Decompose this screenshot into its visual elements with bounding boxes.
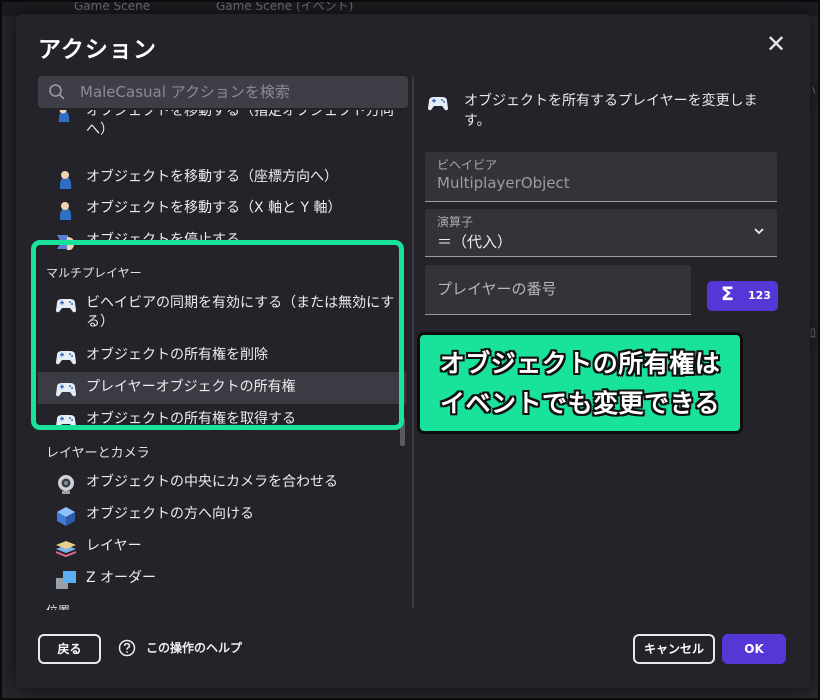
operator-label: 演算子 [437,215,474,229]
search-icon [49,84,65,100]
cube-icon [57,507,75,526]
category-heading: 位置 [46,602,70,610]
list-item-label: オブジェクトの所有権を削除 [86,347,268,363]
expression-editor-button[interactable]: Σ 123 [707,281,778,311]
gamepad-icon [56,415,76,429]
search-box [38,76,408,108]
callout-line-2: イベントでも変更できる [439,389,720,418]
stop-object-icon [57,235,75,251]
list-item[interactable]: オブジェクトを停止する [38,231,406,253]
behavior-field[interactable]: ビヘイビア MultiplayerObject [425,152,777,202]
background-tab[interactable]: Game Scene [74,2,194,14]
help-icon[interactable] [118,639,136,657]
list-item-label: オブジェクトを停止する [86,232,240,248]
move-object-icon [59,171,72,189]
help-link[interactable]: この操作のヘルプ [146,639,242,656]
action-description: オブジェクトを所有するプレイヤーを変更します。 [464,93,758,129]
list-item[interactable]: ビヘイビアの同期を有効にする（または無効にする） [38,294,406,332]
app-window: Game Scene Game Scene (イベント) い 加 アクション ✕… [0,0,820,700]
gamepad-icon [428,97,448,111]
gamepad-icon [56,351,76,365]
list-item-label: レイヤー [86,538,142,554]
list-item[interactable]: オブジェクトの所有権を取得する [38,410,406,432]
behavior-value: MultiplayerObject [437,174,570,192]
behavior-label: ビヘイビア [437,158,498,172]
list-item-label: オブジェクトを移動する（座標方向へ） [86,169,338,185]
list-item[interactable]: Z オーダー [38,569,406,591]
list-item-label: プレイヤーオブジェクトの所有権 [86,379,296,395]
panel-divider [412,76,414,608]
annotation-callout: オブジェクトの所有権は イベントでも変更できる [417,332,743,434]
camera-icon [58,475,74,494]
z-order-icon [56,571,76,589]
close-icon[interactable]: ✕ [764,32,788,56]
list-item-label: オブジェクトを移動する（X 軸と Y 軸） [86,200,342,216]
player-number-input[interactable] [437,265,685,313]
action-list: オブジェクトを移動する（指定オブジェクト方向へ） オブジェクトを移動する（座標方… [38,110,410,610]
layer-icon [55,541,77,558]
gamepad-icon [56,383,76,397]
category-heading: レイヤーとカメラ [46,446,150,461]
action-dialog: アクション ✕ オブジェクトを移動する（指定オブジェクト方向へ） オブジェクトを… [16,14,810,688]
background-tab[interactable]: Game Scene (イベント) [216,2,412,14]
player-number-field [425,265,691,315]
list-item[interactable]: オブジェクトの方へ向ける [38,505,406,527]
list-scrollbar[interactable] [400,418,405,446]
list-item-label: オブジェクトの方へ向ける [86,506,254,522]
category-heading: マルチプレイヤー [46,266,142,280]
list-item-label: Z オーダー [86,570,157,586]
expression-button-label: 123 [748,289,771,302]
move-object-icon [58,110,70,122]
back-button[interactable]: 戻る [38,634,101,664]
callout-line-1: オブジェクトの所有権は [439,349,721,378]
list-item-label: オブジェクトの所有権を取得する [86,411,296,427]
list-item-label: ビヘイビアの同期を有効にする（または無効にする） [86,295,395,330]
list-item[interactable]: オブジェクトを移動する（指定オブジェクト方向へ） [38,110,406,140]
gamepad-icon [56,299,76,313]
chevron-down-icon [754,228,764,235]
dialog-title: アクション [38,37,157,63]
list-item[interactable]: オブジェクトを移動する（座標方向へ） [38,168,406,190]
list-item[interactable]: オブジェクトの中央にカメラを合わせる [38,473,406,495]
cancel-button[interactable]: キャンセル [633,634,715,664]
move-object-icon [59,202,72,220]
ok-button[interactable]: OK [722,634,786,664]
list-item-selected[interactable]: プレイヤーオブジェクトの所有権 [38,372,406,404]
operator-value: ＝（代入） [437,233,513,251]
list-item[interactable]: オブジェクトを移動する（X 軸と Y 軸） [38,199,406,221]
sigma-icon: Σ [721,283,734,305]
list-item-label: オブジェクトの中央にカメラを合わせる [86,474,338,490]
list-item[interactable]: レイヤー [38,537,406,559]
list-item-label: オブジェクトを移動する（指定オブジェクト方向へ） [86,110,394,138]
list-item[interactable]: オブジェクトの所有権を削除 [38,346,406,368]
search-input[interactable] [80,76,400,108]
operator-select[interactable]: 演算子 ＝（代入） [425,209,777,257]
